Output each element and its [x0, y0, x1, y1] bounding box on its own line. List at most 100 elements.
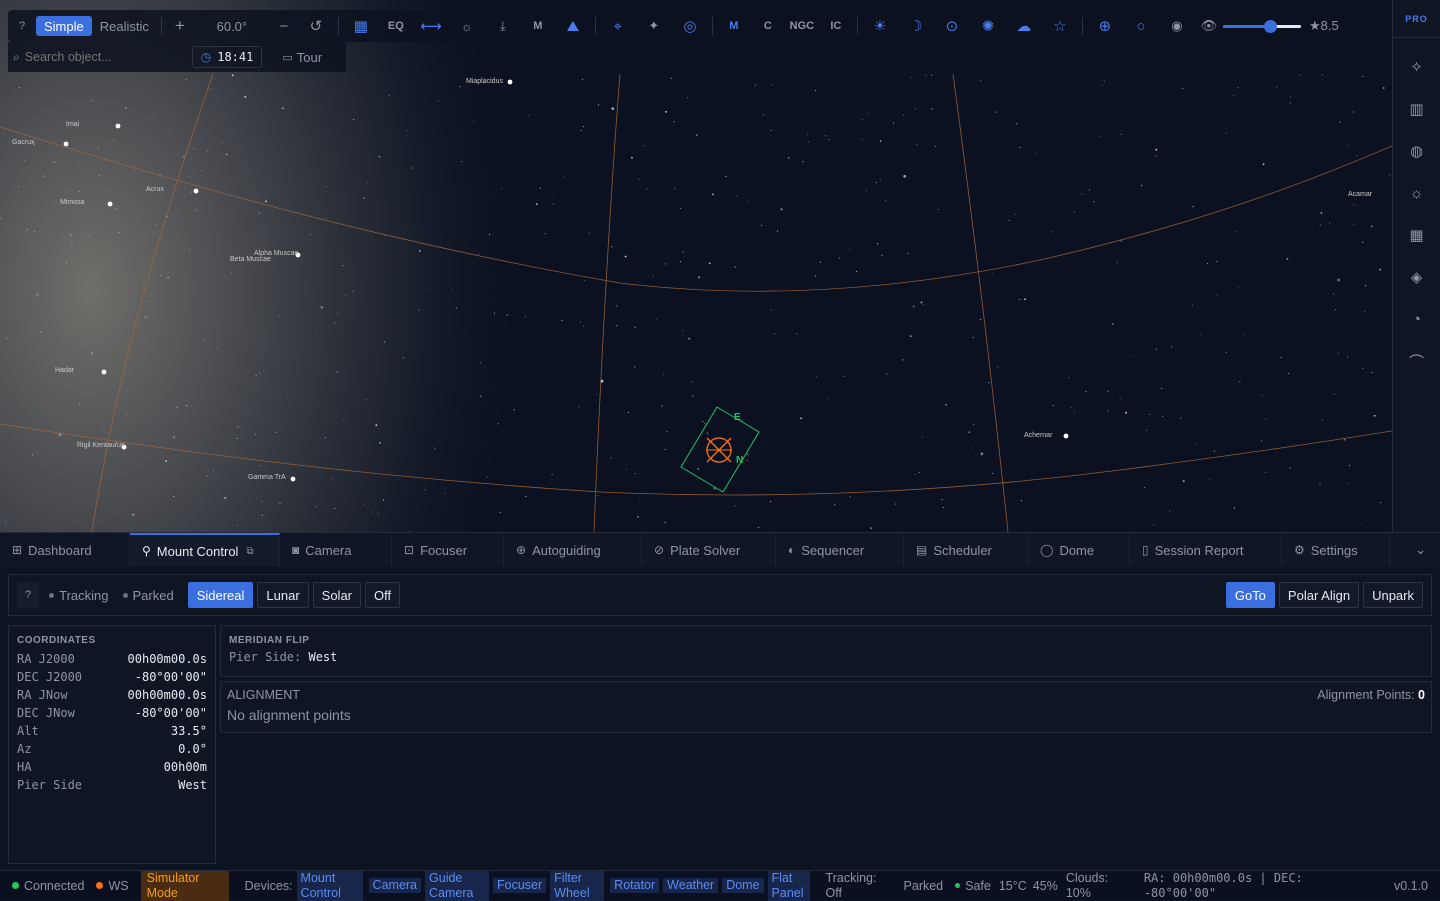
rate-lunar-button[interactable]: Lunar — [257, 582, 309, 608]
background-star — [931, 108, 933, 110]
eye-icon[interactable]: 👁 — [1195, 15, 1223, 37]
background-star — [1081, 193, 1083, 195]
sun-icon[interactable]: ☀ — [862, 17, 898, 35]
tab-focuser[interactable]: ⊡ Focuser — [392, 533, 504, 567]
tab-dashboard[interactable]: ⊞ Dashboard — [0, 533, 130, 567]
layers-icon[interactable]: ◈ — [1393, 256, 1440, 298]
mount-control-bar: ? Tracking Parked Sidereal Lunar Solar O… — [8, 574, 1432, 616]
catalog-c-button[interactable]: C — [751, 20, 785, 32]
tab-plate-solver[interactable]: ⊘ Plate Solver — [642, 533, 776, 567]
star-label[interactable]: Acamar — [1348, 191, 1372, 198]
star-icon[interactable]: ☆ — [1042, 17, 1078, 35]
weather-icon[interactable]: ☼ — [1393, 172, 1440, 214]
mode-realistic-button[interactable]: Realistic — [92, 15, 157, 37]
tab-dome[interactable]: ◯ Dome — [1028, 533, 1130, 567]
search-input[interactable] — [24, 50, 175, 64]
sparkle-icon[interactable]: ✧ — [1393, 46, 1440, 88]
tab-label: Scheduler — [933, 542, 992, 558]
star-label[interactable]: Mimosa — [60, 199, 85, 206]
star-label[interactable]: Acrux — [146, 186, 164, 193]
tab-camera[interactable]: ◙ Camera — [280, 533, 392, 567]
background-star — [1216, 294, 1218, 296]
rate-sidereal-button[interactable]: Sidereal — [187, 582, 254, 608]
time-button[interactable]: ◷ 18:41 — [191, 46, 263, 68]
circle-icon[interactable]: ○ — [1123, 18, 1159, 35]
device-chip[interactable]: Focuser — [493, 878, 547, 893]
crosshair-icon[interactable]: ⊕ — [1087, 17, 1123, 35]
device-chip[interactable]: Filter Wheel — [550, 870, 605, 901]
reset-view-icon[interactable]: ↺ — [298, 15, 334, 37]
grid-icon[interactable]: ▦ — [343, 17, 379, 35]
device-chip[interactable]: Mount Control — [296, 870, 363, 901]
rate-off-button[interactable]: Off — [365, 582, 401, 608]
help-button[interactable]: ? — [17, 582, 40, 608]
star-label[interactable]: Hadar — [55, 367, 74, 374]
background-star — [596, 394, 598, 396]
brightness-icon[interactable]: ☼ — [449, 15, 485, 37]
tab-settings[interactable]: ⚙ Settings — [1282, 533, 1390, 567]
download-icon[interactable]: ⤓ — [485, 15, 521, 37]
device-chip[interactable]: Rotator — [610, 878, 660, 893]
star-label[interactable]: Miaplacidus — [466, 78, 503, 85]
background-star — [402, 357, 404, 359]
zoom-in-button[interactable]: + — [166, 15, 194, 37]
tab-autoguiding[interactable]: ⊕ Autoguiding — [504, 533, 642, 567]
unpark-button[interactable]: Unpark — [1363, 582, 1423, 608]
chart-icon[interactable]: ▥ — [1393, 88, 1440, 130]
magnitude-slider[interactable] — [1222, 18, 1301, 34]
globe-icon[interactable]: ◍ — [1393, 130, 1440, 172]
background-star — [113, 139, 115, 141]
device-chip[interactable]: Camera — [368, 878, 422, 893]
galaxy-icon[interactable]: ◎ — [672, 17, 708, 35]
device-chip[interactable]: Guide Camera — [425, 870, 490, 901]
star-label[interactable]: Imai — [66, 121, 79, 128]
table-icon[interactable]: ▦ — [1393, 214, 1440, 256]
coord-value: 00h00m — [163, 760, 207, 774]
tab-mount-control[interactable]: ⚲ Mount Control ⧉ — [130, 533, 280, 567]
zoom-out-button[interactable]: − — [270, 15, 298, 37]
mountain-icon[interactable]: ⛰ — [555, 18, 591, 35]
goto-button[interactable]: GoTo — [1225, 582, 1275, 608]
help-button[interactable]: ? — [8, 15, 36, 37]
star-label[interactable]: Beta Muscae — [230, 256, 271, 263]
device-chip[interactable]: Weather — [663, 878, 719, 893]
sky-view[interactable]: E N Miaplacidus Imai Gacrux Acrux Mimosa… — [0, 0, 1392, 532]
tour-button[interactable]: ▭ Tour — [282, 50, 322, 65]
m-toggle-button[interactable]: M — [521, 20, 555, 32]
satellite-icon[interactable]: ◔ — [1393, 298, 1440, 340]
catalog-ic-button[interactable]: IC — [819, 20, 853, 32]
signal-icon[interactable]: ⌒ — [1393, 340, 1440, 382]
background-star — [539, 187, 541, 189]
device-chip[interactable]: Flat Panel — [767, 870, 810, 901]
tab-scheduler[interactable]: ▤ Scheduler — [904, 533, 1028, 567]
star-label[interactable]: Gacrux — [12, 139, 35, 146]
tag-icon[interactable]: ⌖ — [600, 18, 636, 35]
tab-session-report[interactable]: ▯ Session Report — [1130, 533, 1282, 567]
planet-icon[interactable]: ⊙ — [934, 17, 970, 35]
aperture-icon[interactable]: ✺ — [970, 17, 1006, 35]
target-icon[interactable]: ◉ — [1159, 15, 1195, 37]
collapse-panel-button[interactable]: ⌄ — [1390, 533, 1440, 567]
catalog-m-button[interactable]: M — [717, 20, 751, 32]
flip-horizontal-icon[interactable]: ⟷ — [413, 17, 449, 35]
background-star — [342, 265, 344, 267]
background-star — [925, 74, 927, 76]
star-label[interactable]: Achernar — [1024, 432, 1052, 439]
background-star — [682, 330, 684, 332]
background-star — [922, 436, 924, 438]
slider-thumb[interactable] — [1263, 19, 1277, 33]
eq-grid-button[interactable]: EQ — [379, 20, 413, 32]
polar-align-button[interactable]: Polar Align — [1278, 582, 1360, 608]
device-chip[interactable]: Dome — [722, 878, 764, 893]
star-label[interactable]: Rigil Kentaurus — [77, 442, 124, 449]
external-link-icon[interactable]: ⧉ — [246, 546, 253, 557]
constellation-icon[interactable]: ✦ — [636, 15, 672, 37]
star-label[interactable]: Gamma TrA — [248, 474, 286, 481]
rate-solar-button[interactable]: Solar — [312, 582, 362, 608]
cloud-icon[interactable]: ☁ — [1006, 17, 1042, 35]
background-star — [1276, 86, 1278, 88]
tab-sequencer[interactable]: ◐ Sequencer — [776, 533, 904, 567]
catalog-ngc-button[interactable]: NGC — [785, 20, 819, 32]
mode-simple-button[interactable]: Simple — [36, 16, 92, 36]
moon-icon[interactable]: ☽ — [898, 17, 934, 35]
